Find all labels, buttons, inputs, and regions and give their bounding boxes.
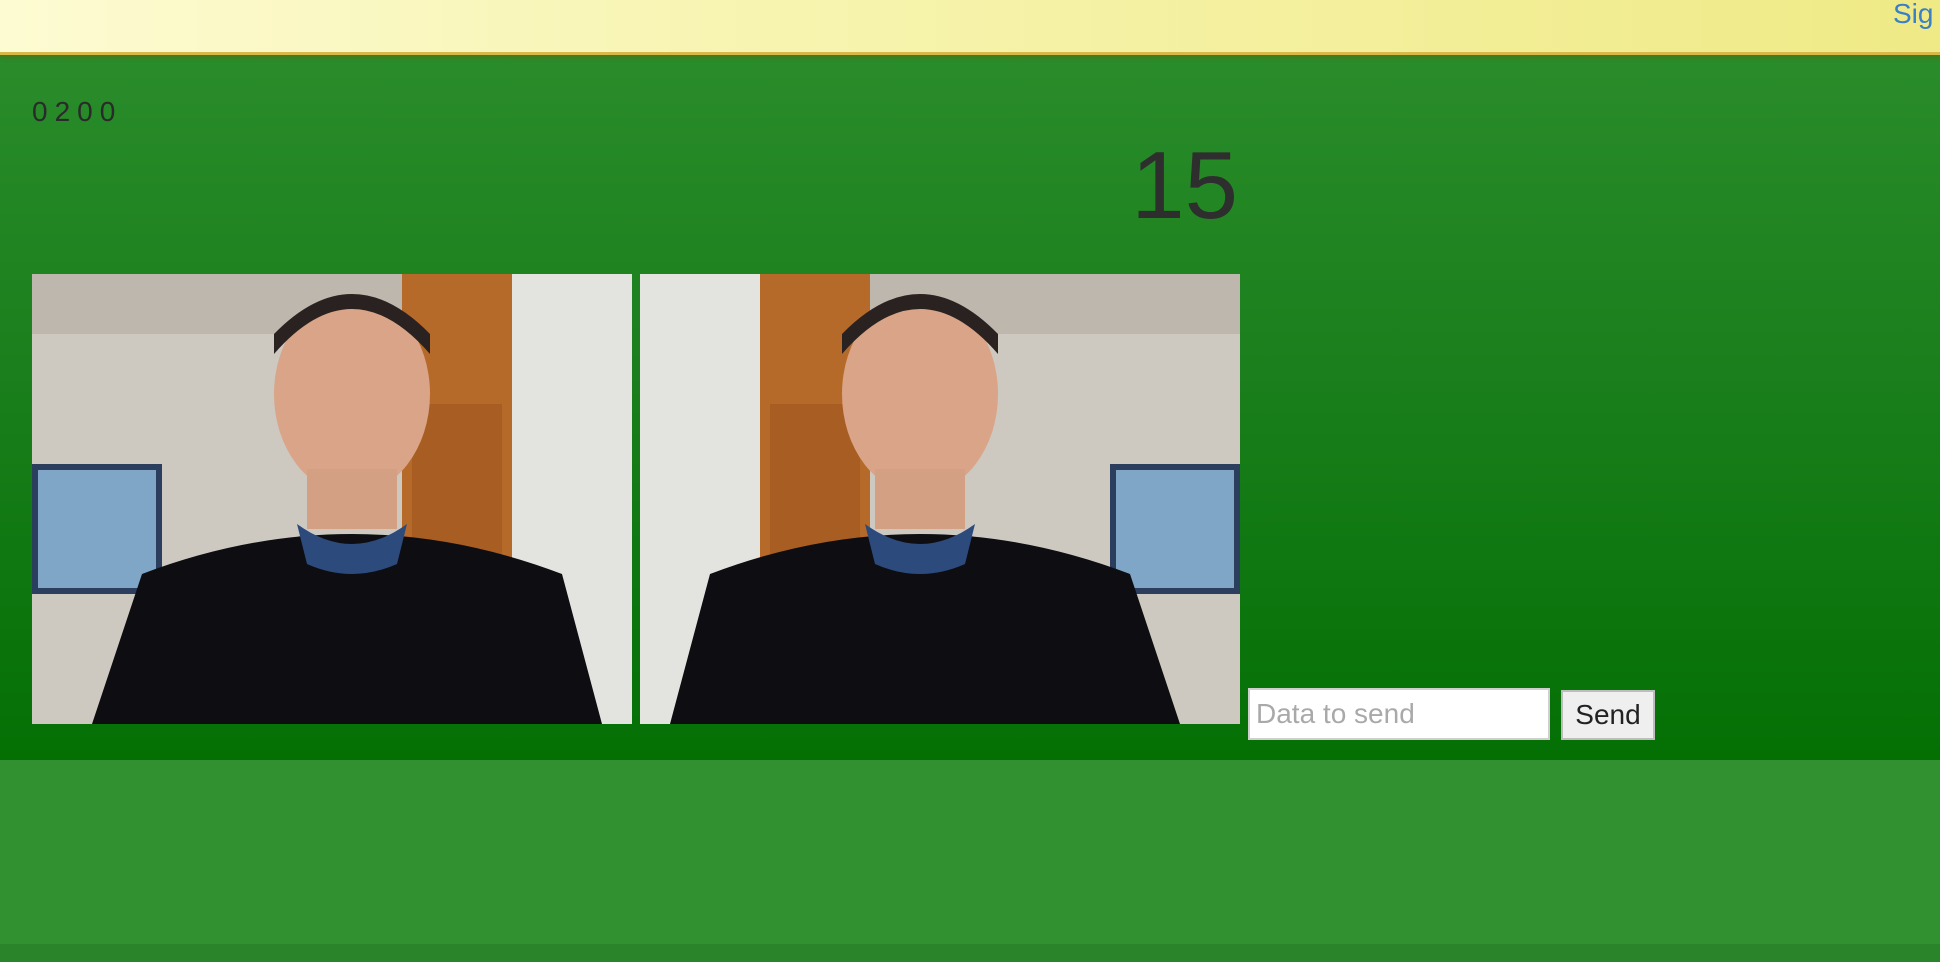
lower-panel <box>0 760 1940 944</box>
local-video-frame <box>32 274 632 724</box>
local-video <box>32 274 632 724</box>
main-panel: 0200 15 Data to send Send <box>0 52 1940 760</box>
top-banner: Sig <box>0 0 1940 55</box>
counter-display: 15 <box>1131 132 1238 239</box>
data-to-send-input[interactable] <box>1248 688 1550 740</box>
footer-strip <box>0 944 1940 962</box>
room-code: 0200 <box>32 96 123 127</box>
remote-video-frame <box>640 274 1240 724</box>
send-button[interactable]: Send <box>1561 690 1655 740</box>
remote-video <box>640 274 1240 724</box>
signin-link[interactable]: Sig <box>1893 0 1933 30</box>
